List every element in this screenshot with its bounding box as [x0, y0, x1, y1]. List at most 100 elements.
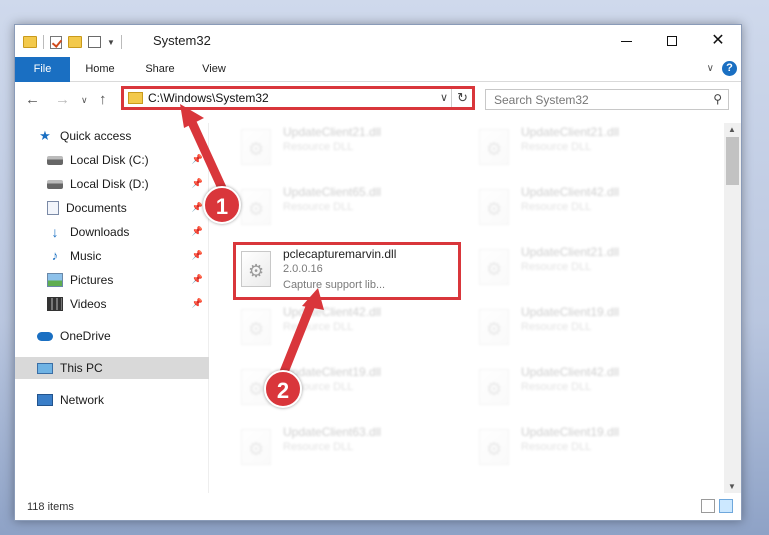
customize-toolbar-icon[interactable]: ▼	[107, 38, 115, 47]
navigation-pane: ★ Quick access Local Disk (C:) 📌 Local D…	[15, 123, 209, 493]
tab-view[interactable]: View	[191, 57, 237, 82]
disk-icon	[47, 179, 63, 189]
pin-icon[interactable]: 📌	[192, 154, 203, 165]
file-name: UpdateClient21.dll	[521, 125, 620, 139]
file-type: Resource DLL	[521, 321, 592, 333]
tab-file[interactable]: File	[15, 57, 70, 82]
up-arrow-icon[interactable]: ↑	[99, 91, 107, 108]
dll-file-icon: ⚙	[241, 309, 271, 345]
sidebar-item-label: Network	[60, 393, 105, 407]
minimize-button[interactable]	[603, 25, 649, 57]
file-name: UpdateClient42.dll	[521, 365, 620, 379]
disk-icon	[47, 155, 63, 165]
sidebar-item-local-disk-c[interactable]: Local Disk (C:) 📌	[15, 149, 209, 171]
file-type: Resource DLL	[283, 201, 354, 213]
recent-locations-icon[interactable]: ∨	[81, 95, 88, 106]
navigation-bar: ← → ∨ ↑ C:\Windows\System32 ∨ ↻ Search S…	[15, 83, 741, 119]
dll-file-icon: ⚙	[241, 429, 271, 465]
music-icon: ♪	[51, 248, 59, 263]
explorer-window: ▼ System32 ✕ File Home Share View ∨ ? ← …	[14, 24, 742, 521]
list-item[interactable]: ⚙ UpdateClient19.dll Resource DLL	[473, 423, 703, 473]
pin-icon[interactable]: 📌	[192, 298, 203, 309]
close-button[interactable]: ✕	[695, 25, 741, 57]
pin-icon[interactable]: 📌	[192, 226, 203, 237]
this-pc-icon	[37, 362, 53, 374]
gear-icon: ⚙	[486, 259, 503, 279]
list-item[interactable]: ⚙ UpdateClient42.dll Resource DLL	[473, 363, 703, 413]
search-input[interactable]: Search System32 ⚲	[485, 89, 729, 110]
file-list: ⚙ UpdateClient21.dll Resource DLL ⚙ Upda…	[211, 123, 727, 493]
sidebar-item-label: Quick access	[60, 129, 132, 143]
dll-file-icon: ⚙	[479, 429, 509, 465]
dll-file-icon: ⚙	[241, 129, 271, 165]
address-path[interactable]: C:\Windows\System32	[148, 91, 269, 105]
gear-icon: ⚙	[486, 139, 503, 159]
sidebar-item-label: Videos	[70, 297, 107, 311]
close-icon: ✕	[711, 32, 725, 49]
quick-access-toolbar: ▼	[23, 33, 122, 51]
list-item[interactable]: ⚙ UpdateClient42.dll Resource DLL	[473, 183, 703, 233]
pin-icon[interactable]: 📌	[192, 250, 203, 261]
properties-icon[interactable]	[88, 36, 101, 48]
list-item[interactable]: ⚙ UpdateClient42.dll Resource DLL	[235, 303, 465, 353]
new-folder-icon[interactable]	[68, 36, 82, 48]
file-type: Resource DLL	[521, 141, 592, 153]
file-type: Resource DLL	[521, 201, 592, 213]
tiles-view-icon[interactable]	[719, 499, 733, 513]
scroll-up-icon[interactable]: ▲	[728, 125, 736, 134]
view-switcher	[701, 499, 733, 513]
sidebar-item-videos[interactable]: Videos 📌	[15, 293, 209, 315]
back-arrow-icon[interactable]: ←	[25, 91, 40, 108]
properties-check-icon[interactable]	[50, 35, 62, 49]
sidebar-item-label: Local Disk (D:)	[70, 177, 149, 191]
folder-icon	[23, 36, 37, 48]
sidebar-item-pictures[interactable]: Pictures 📌	[15, 269, 209, 291]
sidebar-item-music[interactable]: ♪ Music 📌	[15, 245, 209, 267]
sidebar-item-onedrive[interactable]: OneDrive	[15, 325, 209, 347]
dll-file-icon: ⚙	[479, 309, 509, 345]
search-placeholder: Search System32	[494, 93, 589, 107]
list-item[interactable]: ⚙ UpdateClient19.dll Resource DLL	[473, 303, 703, 353]
file-name: UpdateClient63.dll	[283, 425, 382, 439]
maximize-button[interactable]	[649, 25, 695, 57]
file-name: UpdateClient42.dll	[283, 305, 382, 319]
sidebar-item-documents[interactable]: Documents 📌	[15, 197, 209, 219]
dll-file-icon: ⚙	[479, 249, 509, 285]
star-icon: ★	[39, 128, 51, 143]
list-item[interactable]: ⚙ UpdateClient21.dll Resource DLL	[473, 243, 703, 293]
expand-ribbon-icon[interactable]: ∨	[707, 63, 714, 74]
sidebar-item-downloads[interactable]: ↓ Downloads 📌	[15, 221, 209, 243]
sidebar-item-label: OneDrive	[60, 329, 111, 343]
sidebar-item-label: Pictures	[70, 273, 114, 287]
vertical-scrollbar[interactable]: ▲ ▼	[724, 123, 741, 493]
list-item[interactable]: ⚙ UpdateClient21.dll Resource DLL	[473, 123, 703, 173]
pin-icon[interactable]: 📌	[192, 274, 203, 285]
address-dropdown-icon[interactable]: ∨	[440, 91, 448, 104]
sidebar-item-local-disk-d[interactable]: Local Disk (D:) 📌	[15, 173, 209, 195]
list-item[interactable]: ⚙ UpdateClient21.dll Resource DLL	[235, 123, 465, 173]
details-view-icon[interactable]	[701, 499, 715, 513]
gear-icon: ⚙	[248, 379, 265, 399]
scroll-thumb[interactable]	[726, 137, 739, 185]
pin-icon[interactable]: 📌	[192, 202, 203, 213]
sidebar-item-quick-access[interactable]: ★ Quick access	[15, 125, 209, 147]
tab-home[interactable]: Home	[75, 57, 125, 82]
maximize-icon	[667, 36, 677, 46]
tab-share[interactable]: Share	[135, 57, 185, 82]
toolbar-divider	[43, 35, 44, 49]
search-icon[interactable]: ⚲	[713, 92, 722, 106]
refresh-icon[interactable]: ↻	[457, 90, 468, 106]
pin-icon[interactable]: 📌	[192, 178, 203, 189]
scroll-down-icon[interactable]: ▼	[728, 482, 736, 491]
file-name: UpdateClient65.dll	[283, 185, 382, 199]
sidebar-item-network[interactable]: Network	[15, 389, 209, 411]
sidebar-item-this-pc[interactable]: This PC	[15, 357, 209, 379]
step-badge-2: 2	[264, 370, 302, 408]
help-icon[interactable]: ?	[722, 61, 737, 76]
gear-icon: ⚙	[486, 319, 503, 339]
gear-icon: ⚙	[248, 439, 265, 459]
forward-arrow-icon[interactable]: →	[55, 91, 70, 108]
address-bar[interactable]: C:\Windows\System32 ∨ ↻	[121, 86, 475, 110]
list-item[interactable]: ⚙ UpdateClient63.dll Resource DLL	[235, 423, 465, 473]
list-item[interactable]: ⚙ UpdateClient65.dll Resource DLL	[235, 183, 465, 233]
